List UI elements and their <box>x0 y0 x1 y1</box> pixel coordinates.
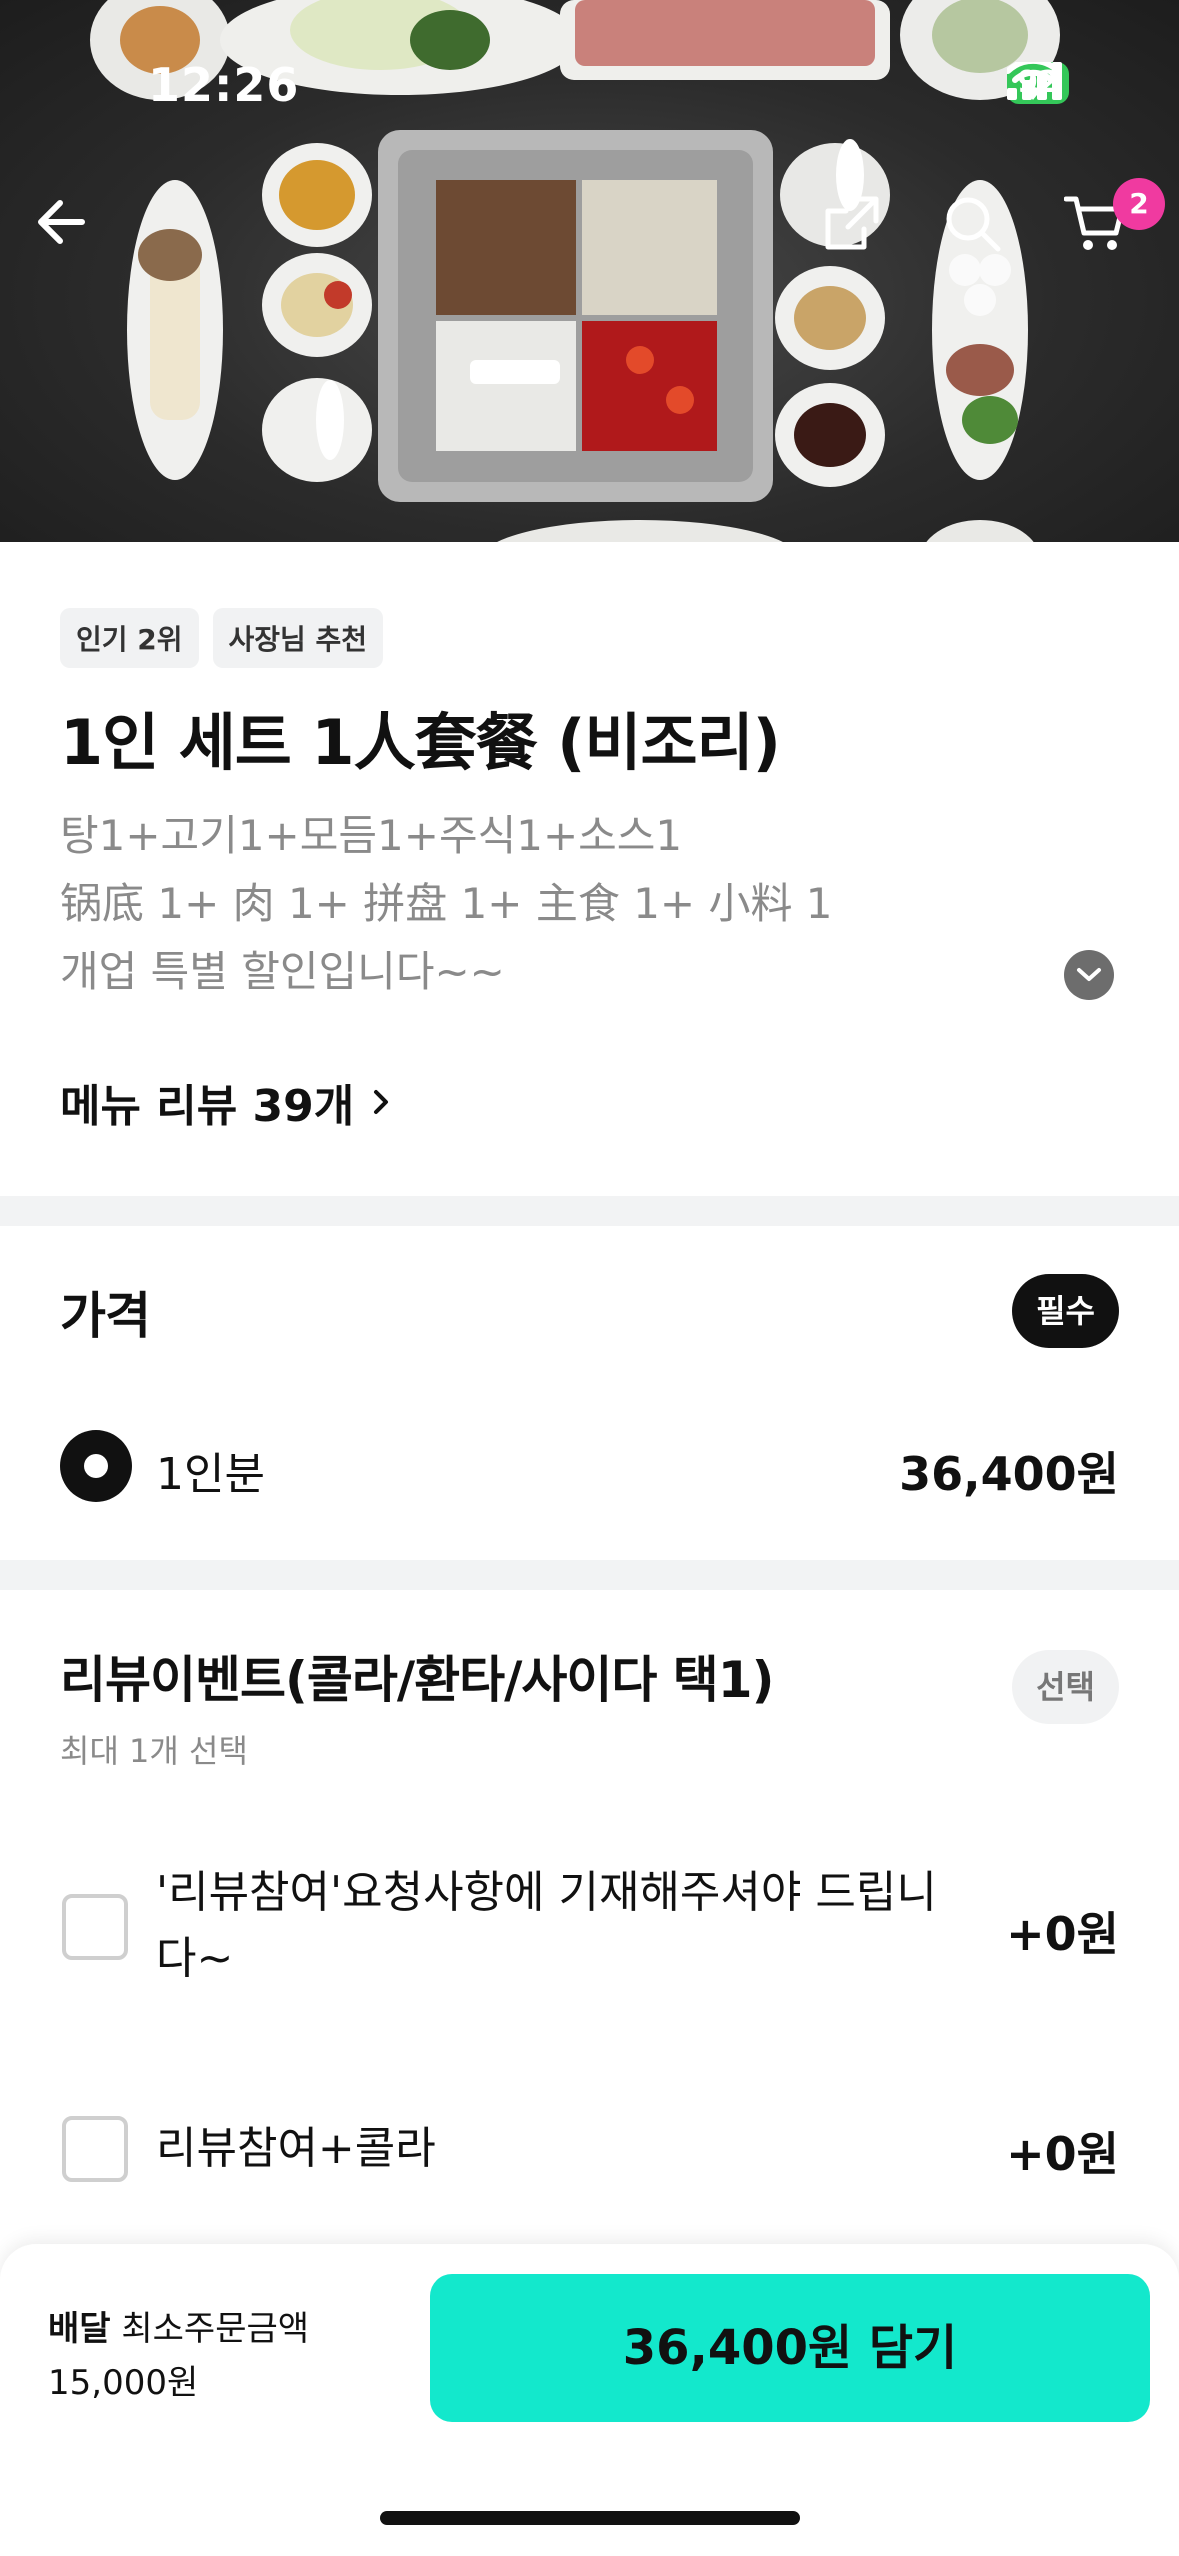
delivery-label: 배달 <box>48 2309 111 2349</box>
section-divider <box>0 1196 1179 1226</box>
menu-description: 탕1+고기1+모듬1+주식1+소스1 锅底 1+ 肉 1+ 拼盘 1+ 主食 1… <box>60 802 1040 1006</box>
event-option-label[interactable]: 리뷰참여+콜라 <box>156 2116 976 2182</box>
tag-popular: 인기 2위 <box>60 608 199 668</box>
wifi-icon <box>1007 62 1060 100</box>
menu-info: 인기 2위 사장님 추천 1인 세트 1人套餐 (비조리) 탕1+고기1+모듬1… <box>0 542 1179 1196</box>
search-button[interactable] <box>944 195 1024 275</box>
min-order-label: 최소주문금액 <box>121 2309 310 2349</box>
status-icons: 92 <box>1007 62 1069 104</box>
price-option-radio[interactable] <box>60 1430 132 1502</box>
event-option-price: +0원 <box>1006 2127 1119 2181</box>
tag-list: 인기 2위 사장님 추천 <box>60 608 384 668</box>
section-divider <box>0 1560 1179 1590</box>
required-badge: 필수 <box>1012 1274 1119 1348</box>
order-bottom-bar: 배달 최소주문금액 15,000원 36,400원 담기 <box>0 2244 1179 2556</box>
price-section-title: 가격 <box>60 1287 151 1345</box>
event-option-checkbox[interactable] <box>62 2116 128 2182</box>
cart-count-badge: 2 <box>1113 178 1165 230</box>
price-option-label: 1인분 <box>156 1449 265 1500</box>
chevron-right-icon <box>374 1090 389 1114</box>
event-option-checkbox[interactable] <box>62 1894 128 1960</box>
reviews-link-label: 메뉴 리뷰 39개 <box>60 1081 355 1132</box>
menu-reviews-link[interactable]: 메뉴 리뷰 39개 <box>60 1070 390 1134</box>
arrow-left-icon <box>38 200 85 244</box>
expand-description-button[interactable] <box>1064 950 1114 1000</box>
optional-badge: 선택 <box>1012 1650 1119 1724</box>
share-icon <box>825 196 879 250</box>
search-icon <box>946 197 1001 252</box>
max-selection-note: 최대 1개 선택 <box>60 1732 248 1770</box>
tag-owner-pick: 사장님 추천 <box>212 608 384 668</box>
price-section: 가격 필수 1인분 36,400원 <box>0 1226 1179 1560</box>
event-option-price: +0원 <box>1006 1907 1119 1961</box>
price-option-price: 36,400원 <box>899 1447 1119 1501</box>
menu-title: 1인 세트 1人套餐 (비조리) <box>60 706 781 779</box>
description-line: 탕1+고기1+모듬1+주식1+소스1 <box>60 811 683 860</box>
review-event-section: 리뷰이벤트(콜라/환타/사이다 택1) 선택 최대 1개 선택 '리뷰참여'요청… <box>0 1590 1179 2240</box>
back-button[interactable] <box>34 195 114 275</box>
min-order-info: 배달 최소주문금액 15,000원 <box>48 2302 309 2410</box>
min-order-value: 15,000원 <box>48 2363 199 2403</box>
status-time: 12:26 <box>148 58 300 112</box>
hero-image: 12:26 92 <box>0 0 1179 542</box>
home-indicator <box>380 2511 800 2525</box>
description-line: 锅底 1+ 肉 1+ 拼盘 1+ 主食 1+ 小料 1 <box>60 879 833 928</box>
share-button[interactable] <box>824 195 904 275</box>
event-option-label[interactable]: '리뷰참여'요청사항에 기재해주셔야 드립니다~ <box>156 1860 976 1992</box>
description-line: 개업 특별 할인입니다~~ <box>60 947 505 996</box>
chevron-down-icon <box>1077 968 1101 981</box>
add-to-cart-button[interactable]: 36,400원 담기 <box>430 2274 1150 2422</box>
event-section-title: 리뷰이벤트(콜라/환타/사이다 택1) <box>60 1651 774 1709</box>
